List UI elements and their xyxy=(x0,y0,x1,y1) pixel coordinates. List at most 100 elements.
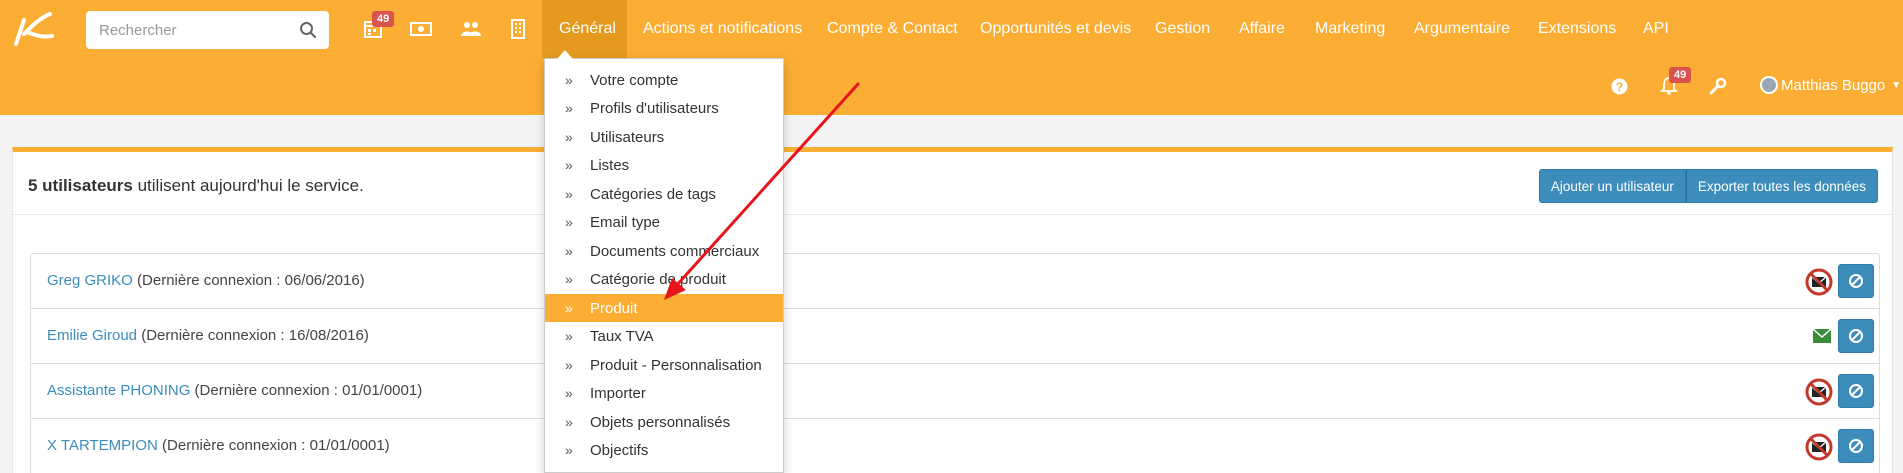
user-entry: Assistante PHONING (Dernière connexion :… xyxy=(47,382,422,399)
users-list: Greg GRIKO (Dernière connexion : 06/06/2… xyxy=(30,253,1880,473)
top-navbar: 49 Général Actions et notifications Comp… xyxy=(0,0,1903,58)
dropdown-item-importer[interactable]: » Importer xyxy=(545,379,783,407)
last-login: (Dernière connexion : 06/06/2016) xyxy=(137,272,365,289)
double-chevron-right-icon: » xyxy=(565,214,573,230)
double-chevron-right-icon: » xyxy=(565,300,573,316)
menu-opportunites-devis[interactable]: Opportunités et devis xyxy=(980,0,1131,58)
users-count-rest: utilisent aujourd'hui le service. xyxy=(132,176,364,195)
dropdown-item-label: Catégories de tags xyxy=(590,185,716,203)
menu-api[interactable]: API xyxy=(1643,0,1669,58)
dropdown-item-documents-commerciaux[interactable]: » Documents commerciaux xyxy=(545,237,783,265)
search-input[interactable] xyxy=(86,11,286,49)
dropdown-item-objectifs[interactable]: » Objectifs xyxy=(545,436,783,464)
money-icon[interactable] xyxy=(409,17,433,41)
user-link[interactable]: Emilie Giroud xyxy=(47,327,137,344)
double-chevron-right-icon: » xyxy=(565,414,573,430)
dropdown-item-label: Produit - Personnalisation xyxy=(590,356,762,374)
user-entry: X TARTEMPION (Dernière connexion : 01/01… xyxy=(47,437,390,454)
svg-text:?: ? xyxy=(1616,80,1623,94)
last-login: (Dernière connexion : 01/01/0001) xyxy=(162,437,390,454)
dropdown-item-label: Produit xyxy=(590,299,638,317)
double-chevron-right-icon: » xyxy=(565,328,573,344)
user-menu[interactable]: Matthias Buggo ▼ xyxy=(1760,76,1901,94)
dropdown-item-objets-personnalises[interactable]: » Objets personnalisés xyxy=(545,408,783,436)
menu-affaire[interactable]: Affaire xyxy=(1239,0,1285,58)
panel-header: 5 utilisateurs utilisent aujourd'hui le … xyxy=(13,152,1892,215)
logo-icon[interactable] xyxy=(10,10,54,48)
dropdown-item-produit-personnalisation[interactable]: » Produit - Personnalisation xyxy=(545,351,783,379)
mail-blocked-icon xyxy=(1805,433,1833,461)
last-login: (Dernière connexion : 01/01/0001) xyxy=(194,382,423,399)
mail-ok-icon xyxy=(1813,329,1831,343)
search-icon[interactable] xyxy=(299,21,317,39)
dropdown-item-votre-compte[interactable]: » Votre compte xyxy=(545,66,783,94)
menu-extensions[interactable]: Extensions xyxy=(1538,0,1616,58)
ban-icon xyxy=(1849,439,1863,453)
dropdown-item-label: Importer xyxy=(590,384,646,402)
dropdown-item-label: Objets personnalisés xyxy=(590,413,731,431)
menu-argumentaire[interactable]: Argumentaire xyxy=(1414,0,1510,58)
dropdown-item-email-type[interactable]: » Email type xyxy=(545,208,783,236)
disable-user-button[interactable] xyxy=(1838,374,1874,408)
disable-user-button[interactable] xyxy=(1838,429,1874,463)
dropdown-item-utilisateurs[interactable]: » Utilisateurs xyxy=(545,123,783,151)
last-login: (Dernière connexion : 16/08/2016) xyxy=(141,327,369,344)
user-link[interactable]: Greg GRIKO xyxy=(47,272,133,289)
menu-general[interactable]: Général xyxy=(542,0,627,58)
wrench-icon[interactable] xyxy=(1708,77,1727,96)
menu-gestion[interactable]: Gestion xyxy=(1155,0,1210,58)
caret-down-icon: ▼ xyxy=(1891,79,1902,91)
double-chevron-right-icon: » xyxy=(565,357,573,373)
menu-marketing[interactable]: Marketing xyxy=(1315,0,1385,58)
ban-icon xyxy=(1849,329,1863,343)
menu-actions-notifications[interactable]: Actions et notifications xyxy=(643,0,802,58)
dropdown-item-categorie-produit[interactable]: » Catégorie de produit xyxy=(545,265,783,293)
mail-blocked-icon xyxy=(1805,268,1833,296)
add-user-button[interactable]: Ajouter un utilisateur xyxy=(1538,169,1686,203)
users-icon[interactable] xyxy=(459,17,483,41)
dropdown-item-taux-tva[interactable]: » Taux TVA xyxy=(545,322,783,350)
users-count-bold: 5 utilisateurs xyxy=(28,176,133,195)
dropdown-item-categories-tags[interactable]: » Catégories de tags xyxy=(545,180,783,208)
building-icon[interactable] xyxy=(506,17,530,41)
list-item: Greg GRIKO (Dernière connexion : 06/06/2… xyxy=(31,254,1879,309)
double-chevron-right-icon: » xyxy=(565,243,573,259)
disable-user-button[interactable] xyxy=(1838,264,1874,298)
user-link[interactable]: X TARTEMPION xyxy=(47,437,158,454)
menu-compte-contact[interactable]: Compte & Contact xyxy=(827,0,958,58)
ban-icon xyxy=(1849,274,1863,288)
user-entry: Greg GRIKO (Dernière connexion : 06/06/2… xyxy=(47,272,365,289)
panel-actions: Ajouter un utilisateur Exporter toutes l… xyxy=(1538,169,1878,203)
user-name: Matthias Buggo xyxy=(1781,76,1886,94)
dropdown-item-label: Utilisateurs xyxy=(590,128,665,146)
list-item: Emilie Giroud (Dernière connexion : 16/0… xyxy=(31,309,1879,364)
dropdown-item-label: Votre compte xyxy=(590,71,679,89)
dropdown-item-label: Email type xyxy=(590,213,661,231)
double-chevron-right-icon: » xyxy=(565,385,573,401)
general-dropdown-menu: » Votre compte » Profils d'utilisateurs » U… xyxy=(544,50,784,473)
disable-user-button[interactable] xyxy=(1838,319,1874,353)
double-chevron-right-icon: » xyxy=(565,129,573,145)
mail-blocked-icon xyxy=(1805,378,1833,406)
list-item: X TARTEMPION (Dernière connexion : 01/01… xyxy=(31,419,1879,473)
double-chevron-right-icon: » xyxy=(565,186,573,202)
dropdown-item-produit[interactable]: » Produit xyxy=(545,294,783,322)
user-entry: Emilie Giroud (Dernière connexion : 16/0… xyxy=(47,327,369,344)
question-icon[interactable]: ? xyxy=(1611,78,1628,95)
export-all-button[interactable]: Exporter toutes les données xyxy=(1685,169,1878,203)
dropdown-caret xyxy=(557,50,573,59)
dropdown-item-label: Catégorie de produit xyxy=(590,270,726,288)
dropdown-item-label: Profils d'utilisateurs xyxy=(590,99,719,117)
user-link[interactable]: Assistante PHONING xyxy=(47,382,190,399)
double-chevron-right-icon: » xyxy=(565,271,573,287)
dropdown-item-label: Documents commerciaux xyxy=(590,242,760,260)
dropdown-item-profils[interactable]: » Profils d'utilisateurs xyxy=(545,94,783,122)
double-chevron-right-icon: » xyxy=(565,100,573,116)
dropdown-item-listes[interactable]: » Listes xyxy=(545,151,783,179)
search-box[interactable] xyxy=(86,11,329,49)
dropdown-item-label: Taux TVA xyxy=(590,327,654,345)
notifications-badge: 49 xyxy=(1669,67,1692,83)
dropdown-item-label: Objectifs xyxy=(590,441,649,459)
double-chevron-right-icon: » xyxy=(565,72,573,88)
ban-icon xyxy=(1849,384,1863,398)
